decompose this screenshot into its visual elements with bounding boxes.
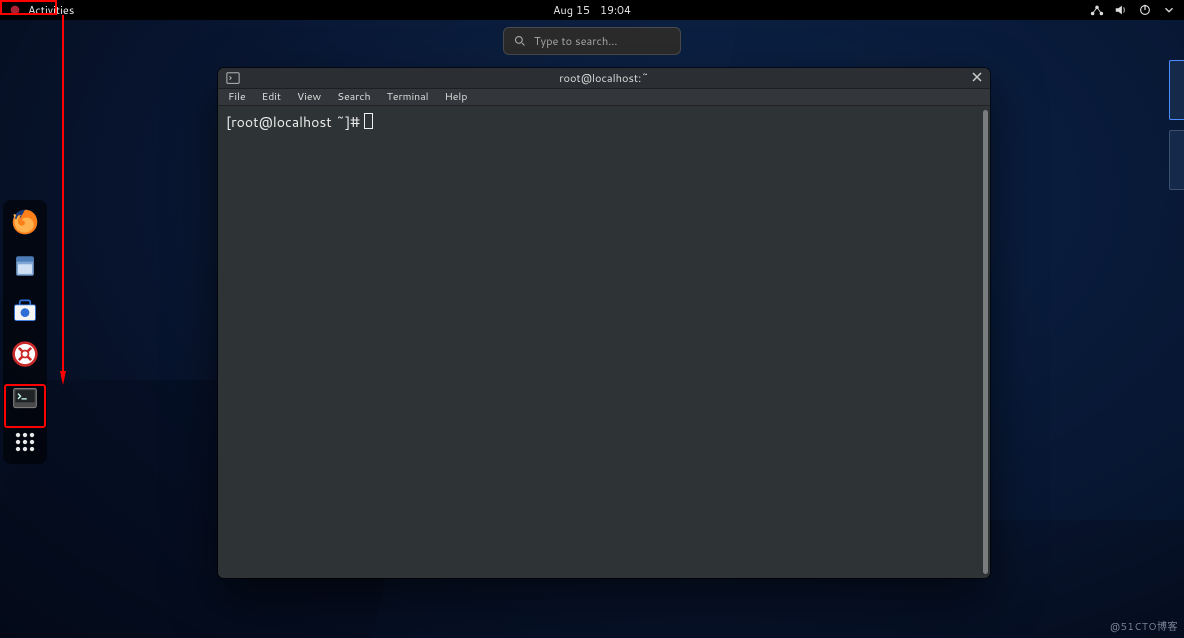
menu-view[interactable]: View — [295, 89, 323, 105]
workspace-thumb[interactable] — [1169, 130, 1184, 190]
menu-search[interactable]: Search — [335, 89, 372, 105]
date-label: Aug 15 — [553, 2, 590, 18]
menu-terminal[interactable]: Terminal — [385, 89, 431, 105]
menu-edit[interactable]: Edit — [260, 89, 283, 105]
top-bar: Activities Aug 15 19:04 — [0, 0, 1184, 20]
menu-help[interactable]: Help — [443, 89, 470, 105]
overview-search[interactable]: Type to search… — [503, 27, 681, 55]
terminal-title: root@localhost:~ — [559, 70, 649, 86]
dock — [3, 200, 47, 464]
menu-file[interactable]: File — [226, 89, 248, 105]
annotation-arrow — [60, 15, 74, 385]
distro-icon — [8, 3, 22, 17]
watermark: @51CTO博客 — [1110, 618, 1178, 634]
terminal-body[interactable]: [root@localhost ~]# — [218, 106, 990, 578]
power-icon[interactable] — [1138, 3, 1152, 17]
activities-button[interactable]: Activities — [28, 2, 74, 18]
time-label: 19:04 — [600, 2, 631, 18]
terminal-titlebar-icon — [226, 71, 240, 85]
terminal-scrollbar[interactable] — [983, 110, 988, 574]
terminal-menubar: File Edit View Search Terminal Help — [218, 89, 990, 106]
close-button[interactable] — [972, 70, 982, 86]
workspace-switcher[interactable] — [1169, 60, 1184, 190]
chevron-down-icon[interactable] — [1162, 3, 1176, 17]
terminal-prompt: [root@localhost ~]# — [226, 112, 364, 132]
volume-icon[interactable] — [1114, 3, 1128, 17]
dock-item-help[interactable] — [9, 338, 41, 370]
network-icon[interactable] — [1090, 3, 1104, 17]
dock-item-software[interactable] — [9, 294, 41, 326]
close-icon — [972, 72, 982, 82]
terminal-window: root@localhost:~ File Edit View Search T… — [218, 68, 990, 578]
search-placeholder: Type to search… — [534, 33, 618, 49]
dock-item-terminal[interactable] — [9, 382, 41, 414]
workspace-thumb[interactable] — [1169, 60, 1184, 120]
terminal-titlebar[interactable]: root@localhost:~ — [218, 68, 990, 89]
search-icon — [514, 35, 526, 47]
dock-item-show-apps[interactable] — [9, 426, 41, 458]
clock[interactable]: Aug 15 19:04 — [553, 2, 631, 18]
dock-item-firefox[interactable] — [9, 206, 41, 238]
terminal-cursor — [364, 113, 373, 129]
dock-item-files[interactable] — [9, 250, 41, 282]
